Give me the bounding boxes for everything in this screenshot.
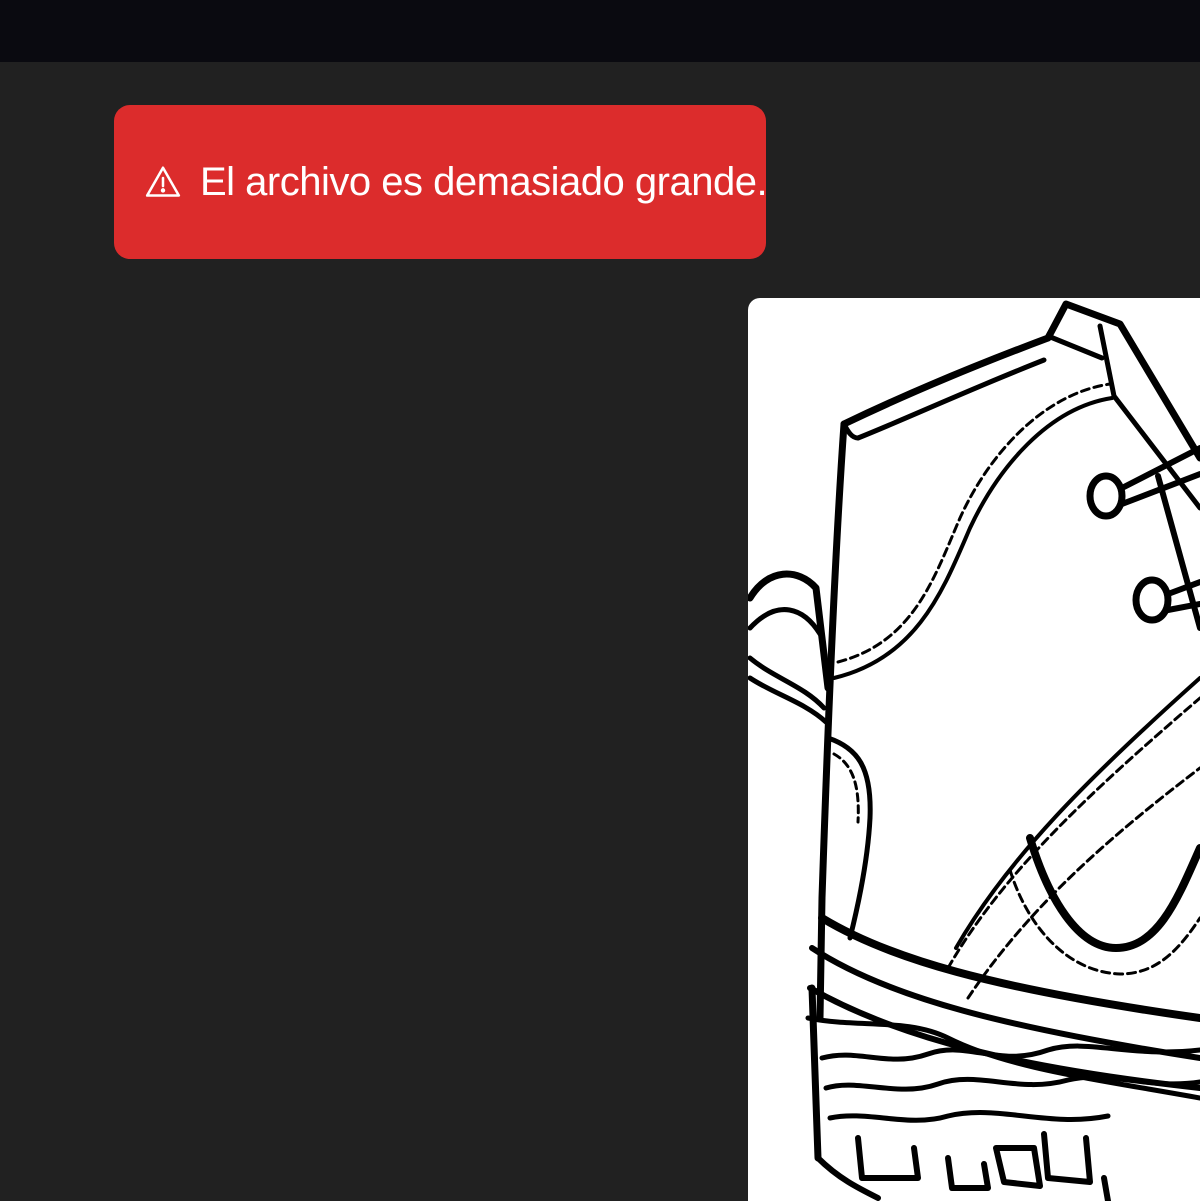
top-bar (0, 0, 1200, 62)
image-preview (748, 298, 1200, 1201)
boot-illustration (748, 300, 1200, 1201)
app-window: El archivo es demasiado grande. (0, 0, 1200, 1201)
warning-triangle-icon (145, 166, 181, 197)
error-toast: El archivo es demasiado grande. (114, 105, 768, 259)
error-message: El archivo es demasiado grande. (200, 160, 768, 204)
